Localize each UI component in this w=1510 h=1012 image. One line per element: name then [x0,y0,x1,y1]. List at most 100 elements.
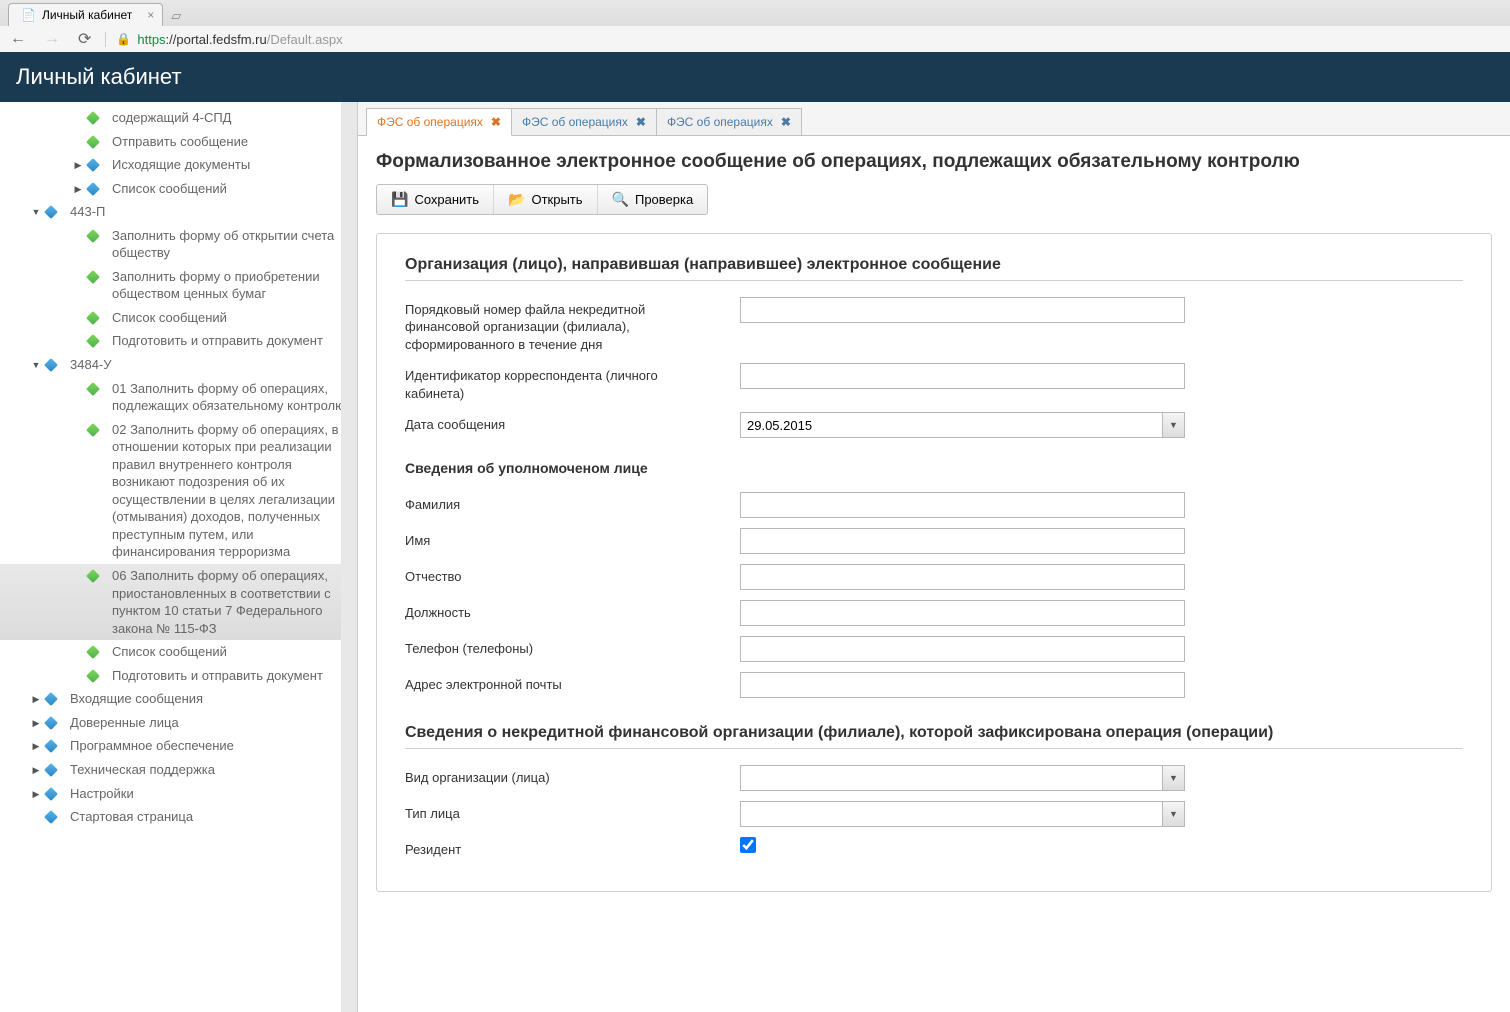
sidebar-item[interactable]: Подготовить и отправить документ [0,664,357,688]
sidebar-item[interactable]: Заполнить форму о приобретении обществом… [0,265,357,306]
sidebar-item[interactable]: ▼ 443-П [0,200,357,224]
sidebar-item[interactable]: ▶Входящие сообщения [0,687,357,711]
label-person-type: Тип лица [405,801,740,823]
expander-icon[interactable]: ▶ [28,717,44,729]
expander-icon[interactable]: ▶ [28,764,44,776]
checkbox-resident[interactable] [740,837,756,853]
label-org-type: Вид организации (лица) [405,765,740,787]
sidebar-item[interactable]: ▶Доверенные лица [0,711,357,735]
chevron-down-icon[interactable]: ▼ [1162,766,1184,790]
content-area: ФЭС об операциях✖ФЭС об операциях✖ФЭС об… [358,102,1510,1012]
url-path: /Default.aspx [267,32,343,47]
date-value[interactable] [741,413,1162,437]
diamond-green-icon [86,311,104,325]
sidebar-item-label: 443-П [70,203,349,221]
input-phone[interactable] [740,636,1185,662]
close-icon[interactable]: × [147,8,154,22]
expander-icon[interactable]: ▶ [28,693,44,705]
expander-icon[interactable]: ▼ [28,359,44,371]
sidebar-item[interactable]: ▶ Исходящие документы [0,153,357,177]
sidebar-item[interactable]: Список сообщений [0,640,357,664]
chevron-down-icon[interactable]: ▼ [1162,802,1184,826]
url-bar[interactable]: 🔒 https://portal.fedsfm.ru/Default.aspx [105,32,1504,47]
sidebar-item[interactable]: Стартовая страница [0,805,357,829]
app-header: Личный кабинет [0,52,1510,102]
browser-chrome: 📄 Личный кабинет × ▱ ← → ⟳ 🔒 https://por… [0,0,1510,52]
input-email[interactable] [740,672,1185,698]
page-favicon: 📄 [21,8,36,22]
new-tab-button[interactable]: ▱ [163,6,189,26]
label-correspondent-id: Идентификатор корреспондента (личного ка… [405,363,740,402]
close-icon[interactable]: ✖ [491,115,501,129]
back-button[interactable]: ← [6,30,30,48]
sidebar-item[interactable]: Отправить сообщение [0,130,357,154]
diamond-blue-icon [86,158,104,172]
save-icon: 💾 [391,191,408,208]
sidebar-item[interactable]: Список сообщений [0,306,357,330]
sidebar-item-label: 01 Заполнить форму об операциях, подлежа… [112,380,349,415]
document-tab[interactable]: ФЭС об операциях ✖ [511,108,657,135]
sidebar-item[interactable]: 01 Заполнить форму об операциях, подлежа… [0,377,357,418]
save-label: Сохранить [414,192,479,207]
check-button[interactable]: 🔍 Проверка [598,185,708,214]
tab-label: ФЭС об операциях [377,115,483,129]
label-name: Имя [405,528,740,550]
expander-icon[interactable]: ▶ [70,183,86,195]
input-serial-number[interactable] [740,297,1185,323]
sidebar-item-label: Список сообщений [112,309,349,327]
save-button[interactable]: 💾 Сохранить [377,185,494,214]
sidebar-item[interactable]: Заполнить форму об открытии счета общест… [0,224,357,265]
sidebar-item[interactable]: ▼3484-У [0,353,357,377]
sidebar: содержащий 4-СПДОтправить сообщение ▶ Исхо… [0,102,358,1012]
document-tab[interactable]: ФЭС об операциях ✖ [366,108,512,136]
input-surname[interactable] [740,492,1185,518]
input-name[interactable] [740,528,1185,554]
app-title: Личный кабинет [16,64,182,89]
document-tab[interactable]: ФЭС об операциях✖ [656,108,802,135]
sidebar-item[interactable]: ▶Список сообщений [0,177,357,201]
diamond-blue-icon [44,205,62,219]
scrollbar[interactable] [341,102,357,1012]
sidebar-item[interactable]: ▶Техническая поддержка [0,758,357,782]
select-org-type[interactable]: ▼ [740,765,1185,791]
label-resident: Резидент [405,837,740,859]
close-icon[interactable]: ✖ [781,115,791,129]
diamond-blue-icon [44,763,62,777]
input-position[interactable] [740,600,1185,626]
diamond-blue-icon [44,716,62,730]
sidebar-item-label: Исходящие документы [112,156,349,174]
input-patronymic[interactable] [740,564,1185,590]
sidebar-item[interactable]: ▶ Настройки [0,782,357,806]
select-value [741,802,1162,826]
tab-label: ФЭС об операциях [522,115,628,129]
diamond-green-icon [86,569,104,583]
form-container: Организация (лицо), направившая (направи… [376,233,1492,892]
section-title-person: Сведения об уполномоченом лице [405,460,1463,476]
expander-icon[interactable]: ▶ [28,788,44,800]
reload-button[interactable]: ⟳ [74,29,95,49]
diamond-green-icon [86,382,104,396]
sidebar-item-label: Настройки [70,785,349,803]
chevron-down-icon[interactable]: ▼ [1162,413,1184,437]
forward-button[interactable]: → [40,30,64,48]
select-value [741,766,1162,790]
expander-icon[interactable]: ▼ [28,206,44,218]
diamond-green-icon [86,645,104,659]
open-button[interactable]: 📂 Открыть [494,185,598,214]
expander-icon[interactable]: ▶ [28,740,44,752]
toolbar: 💾 Сохранить 📂 Открыть 🔍 Проверка [376,184,708,215]
expander-icon[interactable]: ▶ [70,159,86,171]
sidebar-item[interactable]: 02 Заполнить форму об операциях, в отнош… [0,418,357,564]
sidebar-item[interactable]: 06 Заполнить форму об операциях, приоста… [0,564,357,640]
select-person-type[interactable]: ▼ [740,801,1185,827]
browser-tab[interactable]: 📄 Личный кабинет × [8,3,163,26]
date-input-message-date[interactable]: ▼ [740,412,1185,438]
label-phone: Телефон (телефоны) [405,636,740,658]
close-icon[interactable]: ✖ [636,115,646,129]
sidebar-item-label: Подготовить и отправить документ [112,667,349,685]
sidebar-item[interactable]: Подготовить и отправить документ [0,329,357,353]
input-correspondent-id[interactable] [740,363,1185,389]
sidebar-item[interactable]: ▶Программное обеспечение [0,734,357,758]
sidebar-item[interactable]: содержащий 4-СПД [0,106,357,130]
check-icon: 🔍 [612,191,629,208]
